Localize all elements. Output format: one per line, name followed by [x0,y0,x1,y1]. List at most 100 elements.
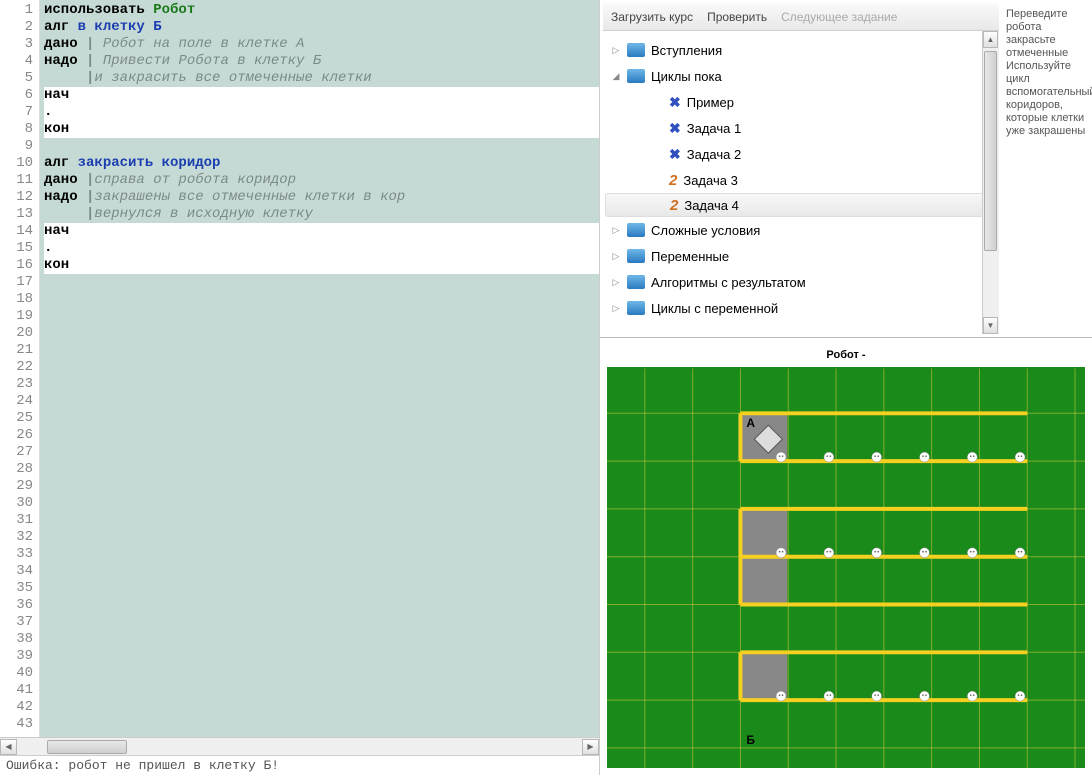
code-line[interactable] [44,699,599,716]
tree-item[interactable]: ▷ Циклы с переменной [605,295,997,321]
code-line[interactable]: дано | Робот на поле в клетке А [44,36,599,53]
folder-icon [627,301,645,315]
code-line[interactable] [44,308,599,325]
code-line[interactable] [44,529,599,546]
tree-item-label: Пример [687,95,734,110]
tree-item[interactable]: ✖ Пример [605,89,997,115]
scroll-thumb[interactable] [47,740,127,754]
task-description: Переведите робота закрасьте отмеченные И… [1002,0,1092,337]
scroll-right-button[interactable]: ▶ [582,739,599,755]
code-line[interactable]: кон [44,257,599,274]
expand-icon[interactable]: ▷ [611,303,621,314]
expand-icon[interactable]: ◢ [611,71,621,82]
tree-item-label: Переменные [651,249,729,264]
code-line[interactable] [44,546,599,563]
code-line[interactable] [44,631,599,648]
tree-item[interactable]: ▷ Алгоритмы с результатом [605,269,997,295]
scroll-track[interactable] [17,739,582,755]
code-line[interactable] [44,580,599,597]
tree-item[interactable]: 2 Задача 3 [605,167,997,193]
code-line[interactable] [44,376,599,393]
code-line[interactable] [44,427,599,444]
tree-item[interactable]: ✖ Задача 2 [605,141,997,167]
code-line[interactable] [44,291,599,308]
code-line[interactable]: использовать Робот [44,2,599,19]
code-line[interactable]: нач [44,87,599,104]
svg-text:А: А [746,416,755,430]
tree-item-label: Сложные условия [651,223,760,238]
load-course-button[interactable]: Загрузить курс [611,10,693,24]
tree-vertical-scrollbar[interactable]: ▲ ▼ [982,31,999,334]
scroll-left-button[interactable]: ◀ [0,739,17,755]
code-line[interactable] [44,682,599,699]
course-tree[interactable]: ▷Вступления◢Циклы пока✖Пример✖Задача 1✖З… [603,31,999,334]
scroll-thumb[interactable] [984,51,997,251]
expand-icon[interactable]: ▷ [611,251,621,262]
robot-panel-title: Робот - [607,345,1085,367]
code-line[interactable]: . [44,240,599,257]
tree-item[interactable]: ◢Циклы пока [605,63,997,89]
code-line[interactable] [44,665,599,682]
svg-text:Б: Б [746,733,755,747]
code-area[interactable]: использовать Роботалг в клетку Бдано | Р… [40,0,599,737]
code-line[interactable]: нач [44,223,599,240]
code-line[interactable] [44,716,599,733]
scroll-up-button[interactable]: ▲ [983,31,998,48]
folder-icon [627,223,645,237]
code-line[interactable] [44,444,599,461]
code-line[interactable]: алг в клетку Б [44,19,599,36]
code-line[interactable] [44,138,599,155]
code-line[interactable] [44,648,599,665]
tree-item-label: Вступления [651,43,722,58]
code-line[interactable] [44,393,599,410]
line-gutter: 1234567891011121314151617181920212223242… [0,0,40,737]
code-line[interactable]: |и закрасить все отмеченные клетки [44,70,599,87]
code-line[interactable] [44,563,599,580]
x-icon: ✖ [669,120,681,137]
code-line[interactable] [44,410,599,427]
tree-item-label: Задача 2 [687,147,741,162]
folder-icon [627,275,645,289]
code-line[interactable] [44,325,599,342]
expand-icon[interactable]: ▷ [611,225,621,236]
code-line[interactable] [44,342,599,359]
tree-item-label: Задача 1 [687,121,741,136]
robot-field[interactable]: АБ [607,367,1085,768]
two-icon: 2 [669,172,677,189]
folder-icon [627,249,645,263]
code-line[interactable]: алг закрасить коридор [44,155,599,172]
code-line[interactable]: |вернулся в исходную клетку [44,206,599,223]
code-line[interactable]: надо | Привести Робота в клетку Б [44,53,599,70]
code-line[interactable] [44,461,599,478]
code-line[interactable]: кон [44,121,599,138]
code-line[interactable] [44,597,599,614]
code-line[interactable] [44,495,599,512]
code-line[interactable]: надо |закрашены все отмеченные клетки в … [44,189,599,206]
horizontal-scrollbar[interactable]: ◀ ▶ [0,737,599,755]
code-line[interactable] [44,478,599,495]
code-line[interactable] [44,359,599,376]
tree-item-label: Задача 3 [683,173,737,188]
x-icon: ✖ [669,146,681,163]
tree-item-label: Задача 4 [684,198,738,213]
code-line[interactable]: . [44,104,599,121]
tree-item[interactable]: ▷ Переменные [605,243,997,269]
tree-item[interactable]: ▷ Вступления [605,37,997,63]
tree-item-label: Циклы с переменной [651,301,778,316]
code-editor[interactable]: 1234567891011121314151617181920212223242… [0,0,599,737]
folder-icon [627,43,645,57]
code-line[interactable]: дано |справа от робота коридор [44,172,599,189]
tree-item[interactable]: ▷ Сложные условия [605,217,997,243]
scroll-down-button[interactable]: ▼ [983,317,998,334]
check-button[interactable]: Проверить [707,10,767,24]
code-line[interactable] [44,274,599,291]
tree-item[interactable]: ✖ Задача 1 [605,115,997,141]
expand-icon[interactable]: ▷ [611,45,621,56]
code-line[interactable] [44,512,599,529]
expand-icon[interactable]: ▷ [611,277,621,288]
x-icon: ✖ [669,94,681,111]
error-message: Ошибка: робот не пришел в клетку Б! [0,755,599,775]
tree-item-label: Алгоритмы с результатом [651,275,806,290]
tree-item[interactable]: 2Задача 4 [605,193,997,217]
code-line[interactable] [44,614,599,631]
